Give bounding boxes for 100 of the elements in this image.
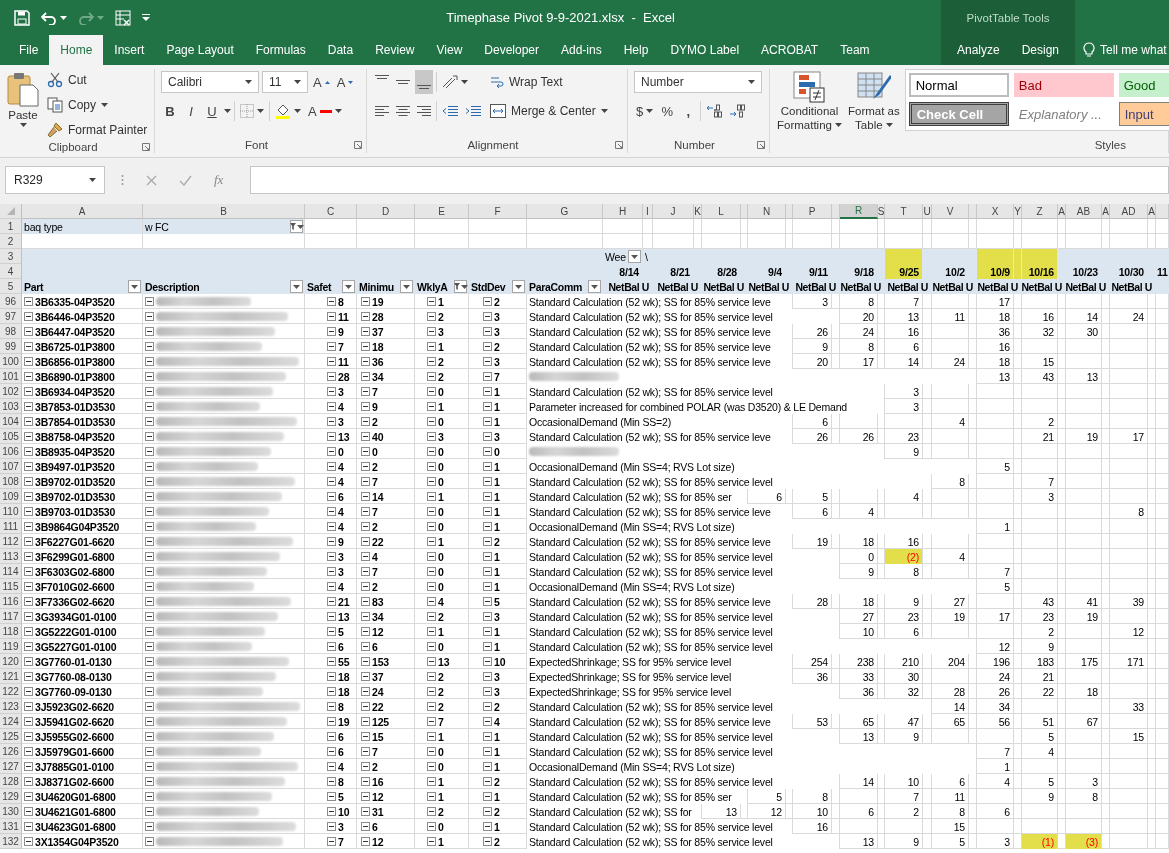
- ribbon-tab[interactable]: View: [425, 35, 474, 65]
- column-header[interactable]: AB: [1066, 204, 1102, 219]
- cell-style[interactable]: Input: [1118, 102, 1169, 126]
- ribbon-tab[interactable]: DYMO Label: [659, 35, 751, 65]
- row-header[interactable]: 4: [0, 264, 22, 279]
- row-header[interactable]: 104: [0, 414, 22, 429]
- row-header[interactable]: 119: [0, 639, 22, 654]
- row-header[interactable]: 105: [0, 429, 22, 444]
- ribbon-tab[interactable]: Data: [316, 35, 365, 65]
- ribbon-tab[interactable]: Team: [829, 35, 881, 65]
- cell-style[interactable]: Good: [1118, 73, 1169, 97]
- row-header[interactable]: 127: [0, 759, 22, 774]
- row-header[interactable]: 132: [0, 834, 22, 849]
- wrap-text-button[interactable]: Wrap Text: [487, 71, 566, 93]
- font-color-button[interactable]: A: [306, 99, 344, 123]
- ribbon-tab[interactable]: Home: [49, 35, 104, 65]
- column-header[interactable]: R: [840, 204, 878, 219]
- ribbon-tab[interactable]: File: [8, 35, 50, 65]
- copy-button[interactable]: Copy: [44, 94, 151, 116]
- row-header[interactable]: 96: [0, 294, 22, 309]
- row-header[interactable]: 125: [0, 729, 22, 744]
- column-header[interactable]: P: [793, 204, 832, 219]
- shrink-font-button[interactable]: A: [334, 70, 356, 94]
- row-header[interactable]: 109: [0, 489, 22, 504]
- row-header[interactable]: 1: [0, 219, 22, 234]
- font-name-dropdown[interactable]: Calibri: [161, 71, 259, 93]
- row-header[interactable]: 129: [0, 789, 22, 804]
- column-header[interactable]: X: [977, 204, 1014, 219]
- grow-font-button[interactable]: A: [311, 70, 332, 94]
- row-header[interactable]: 117: [0, 609, 22, 624]
- column-header[interactable]: N: [748, 204, 786, 219]
- column-header[interactable]: D: [357, 204, 415, 219]
- percent-button[interactable]: %: [658, 99, 677, 123]
- currency-button[interactable]: $: [634, 99, 656, 123]
- ribbon-tab[interactable]: Insert: [103, 35, 156, 65]
- column-header[interactable]: V: [932, 204, 969, 219]
- row-header[interactable]: 98: [0, 324, 22, 339]
- column-header[interactable]: AD: [1110, 204, 1148, 219]
- ribbon-tab[interactable]: Review: [364, 35, 426, 65]
- column-header[interactable]: F: [469, 204, 527, 219]
- column-header[interactable]: H: [603, 204, 643, 219]
- row-header[interactable]: 99: [0, 339, 22, 354]
- column-header[interactable]: G: [527, 204, 603, 219]
- ribbon-tab[interactable]: ACROBAT: [750, 35, 830, 65]
- column-header[interactable]: T: [885, 204, 923, 219]
- row-header[interactable]: 103: [0, 399, 22, 414]
- row-header[interactable]: 97: [0, 309, 22, 324]
- row-header[interactable]: 2: [0, 234, 22, 249]
- column-header[interactable]: B: [143, 204, 305, 219]
- ribbon-tab[interactable]: Help: [612, 35, 660, 65]
- ribbon-tab[interactable]: Design: [1010, 35, 1071, 65]
- format-as-table-button[interactable]: Format as Table: [846, 69, 901, 137]
- format-painter-button[interactable]: Format Painter: [44, 119, 151, 141]
- row-header[interactable]: 110: [0, 504, 22, 519]
- row-header[interactable]: 118: [0, 624, 22, 639]
- conditional-formatting-button[interactable]: Conditional Formatting: [776, 69, 843, 137]
- underline-button[interactable]: U: [203, 99, 221, 123]
- ribbon-tab[interactable]: Add-ins: [550, 35, 613, 65]
- row-header[interactable]: 115: [0, 579, 22, 594]
- number-format-dropdown[interactable]: Number: [634, 71, 762, 93]
- row-header[interactable]: 116: [0, 594, 22, 609]
- row-header[interactable]: 107: [0, 459, 22, 474]
- row-header[interactable]: 106: [0, 444, 22, 459]
- row-header[interactable]: 126: [0, 744, 22, 759]
- row-header[interactable]: 123: [0, 699, 22, 714]
- row-header[interactable]: 100: [0, 354, 22, 369]
- column-header[interactable]: A: [22, 204, 143, 219]
- column-header[interactable]: E: [415, 204, 469, 219]
- comma-button[interactable]: ,: [679, 99, 698, 123]
- name-box[interactable]: R329: [5, 166, 105, 194]
- paste-button[interactable]: Paste: [6, 69, 40, 141]
- ribbon-tab[interactable]: Analyze: [945, 35, 1011, 65]
- column-header[interactable]: L: [702, 204, 741, 219]
- row-header[interactable]: 101: [0, 369, 22, 384]
- row-header[interactable]: 111: [0, 519, 22, 534]
- row-header[interactable]: 130: [0, 804, 22, 819]
- italic-button[interactable]: I: [182, 99, 200, 123]
- column-header[interactable]: C: [305, 204, 357, 219]
- row-header[interactable]: 113: [0, 549, 22, 564]
- row-header[interactable]: 5: [0, 279, 22, 294]
- tell-me-search[interactable]: Tell me what: [1083, 35, 1169, 65]
- row-header[interactable]: 120: [0, 654, 22, 669]
- cut-button[interactable]: Cut: [44, 69, 151, 91]
- row-header[interactable]: 122: [0, 684, 22, 699]
- ribbon-tab[interactable]: Formulas: [244, 35, 317, 65]
- row-header[interactable]: 131: [0, 819, 22, 834]
- font-size-dropdown[interactable]: 11: [262, 71, 308, 93]
- row-header[interactable]: 128: [0, 774, 22, 789]
- row-header[interactable]: 112: [0, 534, 22, 549]
- row-header[interactable]: 114: [0, 564, 22, 579]
- row-header[interactable]: 108: [0, 474, 22, 489]
- row-header[interactable]: 121: [0, 669, 22, 684]
- row-header[interactable]: 124: [0, 714, 22, 729]
- cell-style[interactable]: Bad: [1013, 73, 1114, 97]
- ribbon-tab[interactable]: Developer: [473, 35, 550, 65]
- cell-style[interactable]: Normal: [908, 73, 1009, 97]
- merge-center-button[interactable]: Merge & Center: [487, 100, 611, 122]
- bold-button[interactable]: B: [161, 99, 179, 123]
- column-header[interactable]: Z: [1022, 204, 1058, 219]
- column-header[interactable]: J: [653, 204, 694, 219]
